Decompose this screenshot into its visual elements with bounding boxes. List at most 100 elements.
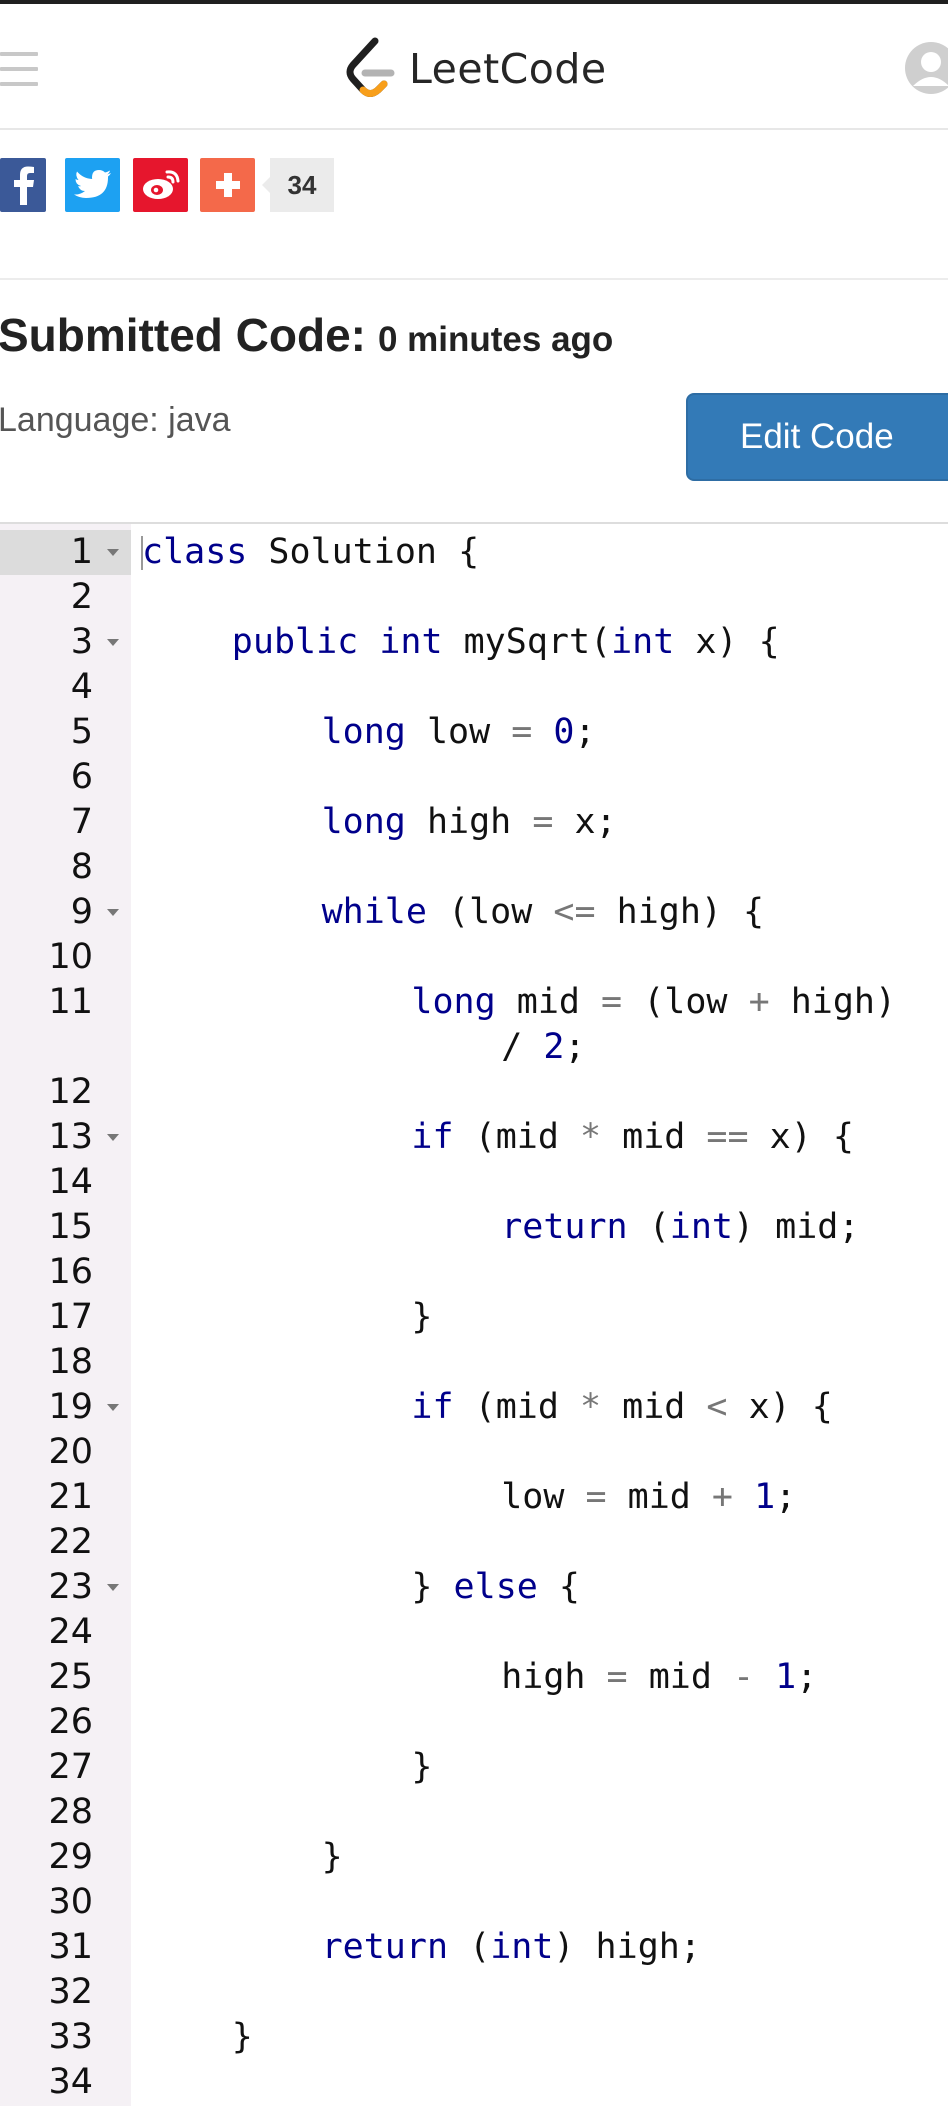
code-text: high = mid - 1; xyxy=(501,1655,817,1700)
keyword-token: public xyxy=(231,622,359,662)
fold-arrow-icon[interactable] xyxy=(107,1584,119,1591)
operator-token: + xyxy=(748,982,770,1022)
code-token: high xyxy=(405,802,533,842)
code-text: if (mid * mid == x) { xyxy=(411,1115,854,1160)
code-token: mid xyxy=(627,1657,733,1697)
line-number: 28 xyxy=(48,1792,93,1832)
code-line: 26 xyxy=(0,1700,948,1745)
code-line: 31 return (int) high; xyxy=(0,1925,948,1970)
line-number: 29 xyxy=(48,1837,93,1877)
code-token: ; xyxy=(775,1477,797,1517)
code-line: 3 public int mySqrt(int x) { xyxy=(0,620,948,665)
line-number: 31 xyxy=(48,1927,93,1967)
share-bar: 34 xyxy=(0,157,334,213)
fold-arrow-icon[interactable] xyxy=(107,549,119,556)
line-number: 25 xyxy=(48,1657,93,1697)
line-number: 4 xyxy=(70,667,93,707)
code-line: 20 xyxy=(0,1430,948,1475)
keyword-token: int xyxy=(611,622,675,662)
code-token: ( xyxy=(627,1207,670,1247)
line-number: 2 xyxy=(70,577,93,617)
user-avatar-icon[interactable] xyxy=(903,40,948,96)
keyword-token: if xyxy=(411,1387,454,1427)
code-line: 25 high = mid - 1; xyxy=(0,1655,948,1700)
submitted-code-title: Submitted Code: xyxy=(0,309,366,361)
weibo-icon xyxy=(142,170,179,199)
line-number: 19 xyxy=(48,1387,93,1427)
code-line: 13 if (mid * mid == x) { xyxy=(0,1115,948,1160)
code-text: class Solution { xyxy=(142,530,479,575)
line-number: 15 xyxy=(48,1207,93,1247)
fold-arrow-icon[interactable] xyxy=(107,639,119,646)
code-text: } xyxy=(411,1745,432,1790)
operator-token: = xyxy=(606,1657,628,1697)
hamburger-icon[interactable] xyxy=(0,52,38,86)
keyword-token: while xyxy=(321,892,427,932)
code-token: } xyxy=(321,1837,343,1877)
code-line: 24 xyxy=(0,1610,948,1655)
code-token: high) xyxy=(769,982,897,1022)
keyword-token: return xyxy=(501,1207,628,1247)
number-token: 2 xyxy=(543,1027,565,1067)
fold-arrow-icon[interactable] xyxy=(107,909,119,916)
code-token: (mid xyxy=(453,1387,580,1427)
operator-token: + xyxy=(711,1477,733,1517)
code-token: high xyxy=(501,1657,607,1697)
code-text: while (low <= high) { xyxy=(322,890,765,935)
code-token: high) { xyxy=(595,892,765,932)
twitter-icon xyxy=(73,170,111,198)
code-line: 27} xyxy=(0,1745,948,1790)
keyword-token: long xyxy=(411,982,496,1022)
code-line: 16 xyxy=(0,1250,948,1295)
line-number: 7 xyxy=(70,802,93,842)
code-text: long mid = (low + high) xyxy=(411,980,896,1025)
code-text: } xyxy=(411,1295,432,1340)
line-number: 32 xyxy=(48,1972,93,2012)
twitter-share-button[interactable] xyxy=(65,158,120,212)
operator-token: - xyxy=(732,1657,755,1697)
line-number: 6 xyxy=(70,757,93,797)
line-number: 10 xyxy=(48,937,93,977)
submission-time: 0 minutes ago xyxy=(377,320,614,359)
code-line: 10 xyxy=(0,935,948,980)
weibo-share-button[interactable] xyxy=(133,158,188,212)
line-number: 5 xyxy=(70,712,93,752)
operator-token: * xyxy=(579,1117,602,1157)
keyword-token: int xyxy=(669,1207,733,1247)
code-line: 6 xyxy=(0,755,948,800)
number-token: 1 xyxy=(754,1477,776,1517)
operator-token: < xyxy=(706,1387,728,1427)
code-line: 5 long low = 0; xyxy=(0,710,948,755)
leetcode-logo[interactable]: LeetCode xyxy=(343,34,607,104)
code-text: if (mid * mid < x) { xyxy=(411,1385,832,1430)
code-token: ) mid; xyxy=(733,1207,860,1247)
code-token: } xyxy=(231,2017,253,2057)
code-text: return (int) mid; xyxy=(501,1205,859,1250)
code-editor[interactable]: 1 class Solution {2 3 public int mySqrt(int… xyxy=(0,524,948,2106)
edit-code-button[interactable]: Edit Code xyxy=(686,393,948,481)
fold-arrow-icon[interactable] xyxy=(107,1404,119,1411)
code-line: / 2; xyxy=(0,1025,948,1070)
more-share-button[interactable] xyxy=(200,158,255,212)
keyword-token: if xyxy=(411,1117,454,1157)
line-number: 9 xyxy=(70,892,93,932)
line-number: 13 xyxy=(48,1117,93,1157)
fold-arrow-icon[interactable] xyxy=(107,1134,119,1141)
code-token: ) high; xyxy=(553,1927,701,1967)
number-token: 0 xyxy=(553,712,575,752)
line-number: 11 xyxy=(48,982,93,1022)
facebook-icon xyxy=(14,166,34,205)
language-label: Language: java xyxy=(0,401,231,439)
code-token: } xyxy=(411,1297,433,1337)
code-token: } xyxy=(411,1567,454,1607)
facebook-share-button[interactable] xyxy=(0,158,46,212)
code-text: low = mid + 1; xyxy=(501,1475,796,1520)
line-number: 3 xyxy=(70,622,93,662)
line-number: 21 xyxy=(48,1477,93,1517)
keyword-token: long xyxy=(321,712,406,752)
code-line: 9 while (low <= high) { xyxy=(0,890,948,935)
code-token: x) { xyxy=(727,1387,833,1427)
